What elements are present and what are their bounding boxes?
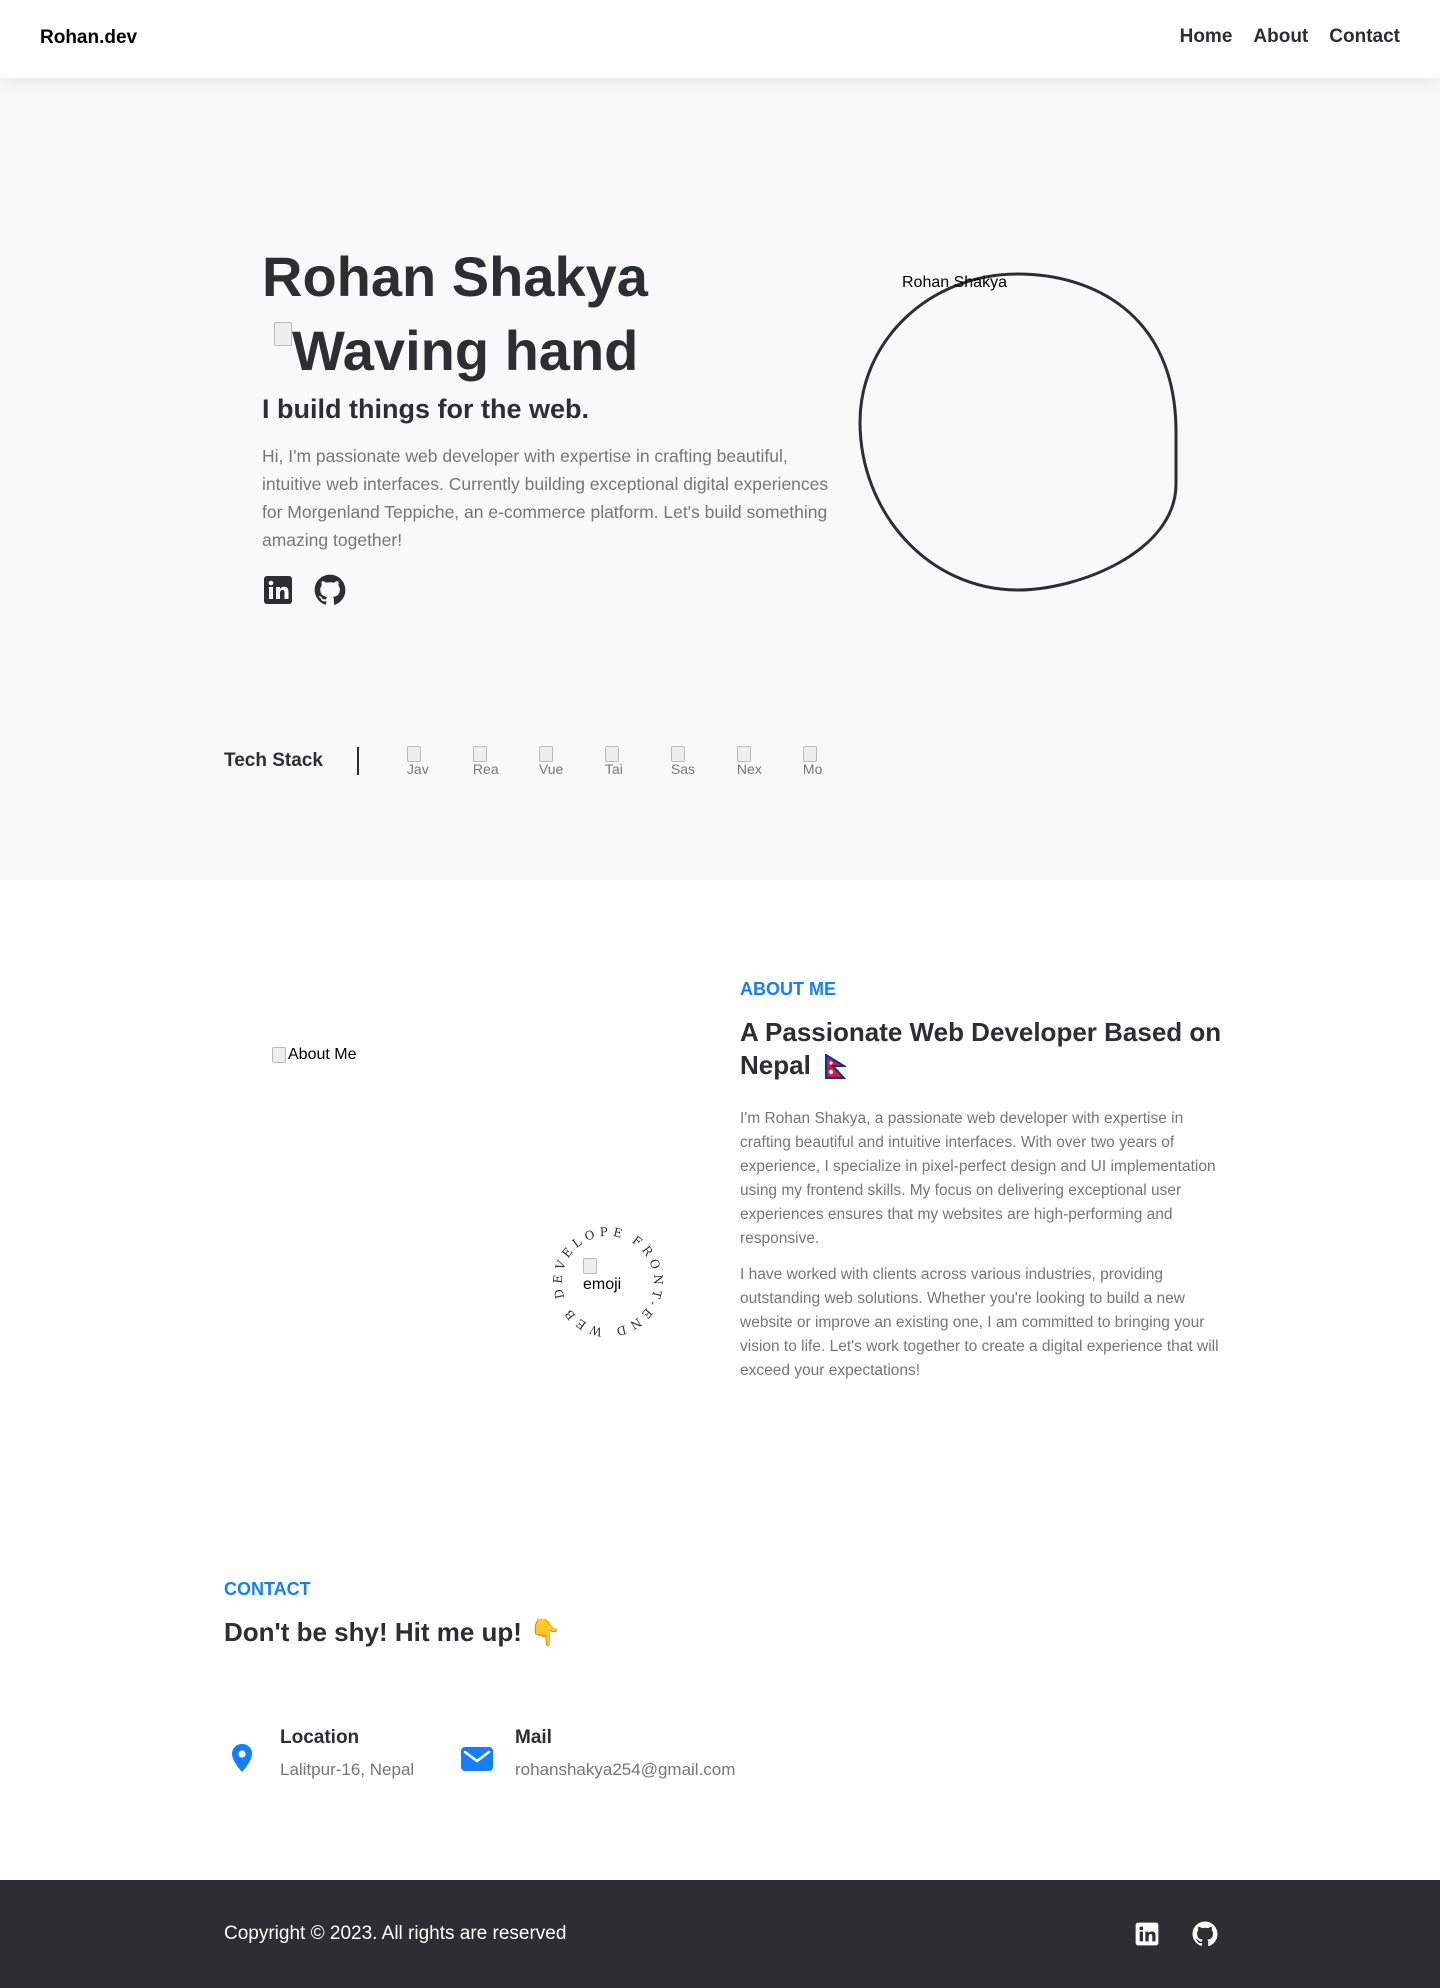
- mail-icon: [459, 1740, 495, 1776]
- contact-title: Don't be shy! Hit me up! 👇: [224, 1617, 562, 1647]
- broken-image-icon: [272, 1047, 286, 1063]
- tech-stack-icons: Jav Rea Vue Tai Sas Nex Mo: [406, 746, 833, 776]
- footer-social-links: [1134, 1921, 1218, 1947]
- tech-stack-label: Tech Stack: [224, 750, 323, 771]
- main-nav: Home About Contact: [1180, 26, 1400, 48]
- map-pin-icon: [224, 1740, 260, 1776]
- emoji-image: emoji: [583, 1258, 621, 1294]
- tech-stack: Tech Stack Jav Rea Vue Tai Sas Nex Mo: [224, 746, 833, 776]
- github-icon[interactable]: [1192, 1921, 1218, 1947]
- nav-home[interactable]: Home: [1180, 26, 1233, 48]
- tech-icon-sass: Sas: [670, 746, 701, 776]
- tech-icon-vue: Vue: [538, 746, 569, 776]
- tech-icon-next: Nex: [736, 746, 767, 776]
- tech-stack-divider: [356, 747, 359, 775]
- about-image: About Me: [272, 1046, 356, 1064]
- contact-mail-text: Mail rohanshakya254@gmail.com: [515, 1726, 735, 1780]
- tech-icon-tailwind: Tai: [604, 746, 635, 776]
- github-icon[interactable]: [314, 574, 346, 606]
- about-paragraph-1: I'm Rohan Shakya, a passionate web devel…: [740, 1110, 1216, 1247]
- location-value: Lalitpur-16, Nepal: [280, 1760, 415, 1779]
- hero-section: Rohan Shakya Waving hand I build things …: [0, 78, 1440, 880]
- hero-tagline: I build things for the web.: [262, 394, 589, 424]
- waving-hand-image: Waving hand: [262, 314, 742, 388]
- contact-location-text: Location Lalitpur-16, Nepal: [280, 1726, 414, 1780]
- hero-description: Hi, I'm passionate web developer with ex…: [262, 446, 829, 550]
- profile-image: Rohan Shakya: [858, 272, 1178, 592]
- contact-eyebrow: CONTACT: [224, 1579, 311, 1599]
- about-paragraph-2: I have worked with clients across variou…: [740, 1266, 1219, 1379]
- emoji-image-alt: emoji: [583, 1276, 622, 1293]
- copyright-text: Copyright © 2023. All rights are reserve…: [224, 1923, 567, 1944]
- mail-value[interactable]: rohanshakya254@gmail.com: [515, 1760, 735, 1780]
- about-eyebrow: ABOUT ME: [740, 979, 836, 999]
- nepal-flag-icon: [825, 1054, 847, 1080]
- tech-icon-react: Rea: [472, 746, 503, 776]
- tech-icon-javascript: Jav: [406, 746, 437, 776]
- contact-location: Location Lalitpur-16, Nepal: [224, 1726, 414, 1780]
- mail-heading: Mail: [515, 1727, 552, 1748]
- site-footer: Copyright © 2023. All rights are reserve…: [0, 1880, 1440, 1988]
- about-image-alt: About Me: [288, 1046, 357, 1063]
- location-heading: Location: [280, 1727, 360, 1748]
- hero-social-links: [262, 574, 346, 606]
- hero-name: Rohan Shakya: [262, 245, 648, 308]
- contact-mail: Mail rohanshakya254@gmail.com: [459, 1726, 735, 1780]
- linkedin-icon[interactable]: [262, 574, 294, 606]
- site-logo[interactable]: Rohan.dev: [40, 27, 137, 49]
- waving-hand-alt: Waving hand: [292, 319, 639, 382]
- site-header: Rohan.dev Home About Contact: [0, 0, 1440, 78]
- tech-icon-mongo: Mo: [802, 746, 833, 776]
- profile-image-alt: Rohan Shakya: [902, 274, 1007, 291]
- broken-image-icon: [274, 322, 292, 346]
- nav-about[interactable]: About: [1253, 26, 1308, 48]
- profile-blob-frame: [858, 272, 1178, 592]
- about-title-text: A Passionate Web Developer Based on Nepa…: [740, 1017, 1222, 1080]
- about-title: A Passionate Web Developer Based on Nepa…: [740, 1016, 1230, 1082]
- nav-contact[interactable]: Contact: [1329, 26, 1400, 48]
- broken-image-icon: [583, 1258, 597, 1274]
- hero-title: Rohan Shakya Waving hand: [262, 240, 742, 388]
- linkedin-icon[interactable]: [1134, 1921, 1160, 1947]
